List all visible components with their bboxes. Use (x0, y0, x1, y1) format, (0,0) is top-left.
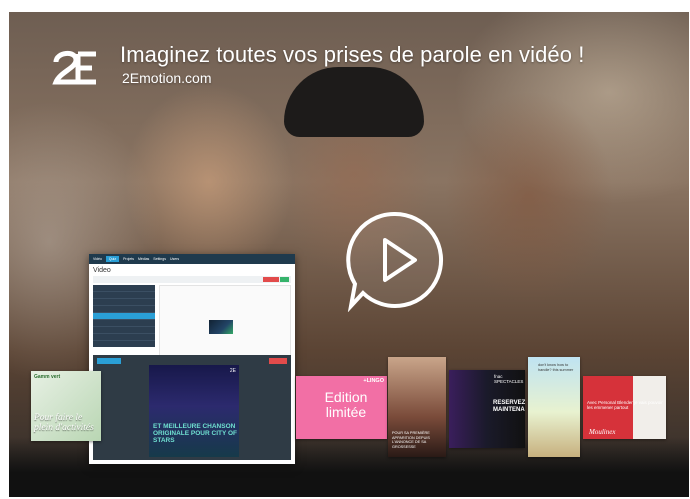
app-mockup: Vidéo Quiz Projets Médias Settings Users… (89, 254, 295, 464)
thumb-caption: don't know how to handle? this summer (538, 363, 574, 372)
mockup-sidebar-row (93, 306, 155, 313)
thumb-badge: +LINGO (363, 378, 384, 384)
mockup-menu-item: Quiz (105, 256, 120, 262)
mockup-sidebar (93, 285, 155, 347)
example-thumb-fnac: fnac SPECTACLES RESERVEZ MAINTENANT (449, 370, 525, 448)
mockup-thumbnail (209, 320, 233, 334)
mockup-video-logo: 2E (229, 368, 236, 374)
mockup-menu-item: Vidéo (93, 257, 102, 261)
example-thumb-edition-limitee: +LINGO Edition limitée (296, 376, 387, 439)
mockup-video-area: 2E ET MEILLEURE CHANSON ORIGINALE POUR C… (93, 355, 291, 460)
site-url[interactable]: 2Emotion.com (122, 70, 211, 86)
mockup-video-text: ET MEILLEURE CHANSON ORIGINALE POUR CITY… (153, 423, 238, 444)
background-photo-hat (284, 67, 424, 137)
thumb-brand: Gamm vert (34, 374, 61, 380)
play-icon (346, 211, 444, 312)
mockup-sidebar-row (93, 285, 155, 292)
mockup-menu: Vidéo Quiz Projets Médias Settings Users (89, 254, 295, 264)
mockup-save-button (280, 277, 289, 282)
mockup-sidebar-row (93, 313, 155, 320)
thumb-caption: Edition limitée (324, 389, 368, 420)
thumb-caption: POUR SA PREMIÈRE APPARITION DEPUIS L'ANN… (392, 431, 430, 449)
mockup-video-button (97, 358, 121, 364)
example-thumb-gamm-vert: Gamm vert Pour faire le plein d'activité… (31, 371, 101, 441)
example-thumb-news: POUR SA PREMIÈRE APPARITION DEPUIS L'ANN… (388, 357, 446, 457)
example-thumb-moulinex: Avec Personal Blender je vais pouvoir le… (583, 376, 666, 439)
mockup-toolbar (93, 276, 291, 283)
thumb-brand: Moulinex (589, 428, 616, 436)
mockup-menu-item: Users (169, 257, 180, 261)
example-thumb-summer: don't know how to handle? this summer (528, 357, 580, 457)
mockup-sidebar-row (93, 327, 155, 334)
mockup-sidebar-row (93, 299, 155, 306)
mockup-title: Video (93, 267, 111, 274)
mockup-video-screen: 2E ET MEILLEURE CHANSON ORIGINALE POUR C… (149, 365, 239, 457)
thumb-caption: RESERVEZ MAINTENANT (493, 400, 525, 413)
mockup-menu-item: Projets (123, 257, 134, 261)
mockup-delete-button (263, 277, 279, 282)
mockup-video-record-button (269, 358, 287, 364)
mockup-menu-item: Médias (138, 257, 150, 261)
play-button[interactable] (343, 208, 447, 312)
mockup-sidebar-row (93, 292, 155, 299)
mockup-sidebar-row (93, 320, 155, 327)
mockup-sidebar-row (93, 334, 155, 341)
thumb-caption: Pour faire le plein d'activités (34, 413, 94, 433)
2emotion-logo (52, 51, 96, 85)
mockup-menu-item: Settings (153, 257, 166, 261)
thumb-caption: Avec Personal Blender je vais pouvoir le… (587, 400, 663, 410)
thumb-brand: fnac SPECTACLES (494, 374, 524, 384)
headline: Imaginez toutes vos prises de parole en … (120, 42, 585, 67)
